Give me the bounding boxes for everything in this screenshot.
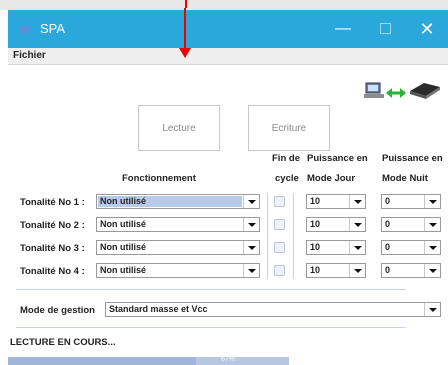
header-puissance-jour: Puissance en xyxy=(307,153,368,164)
divider xyxy=(16,327,406,328)
chevron-down-icon[interactable] xyxy=(349,264,365,277)
row-label-1: Tonalité No 1 : xyxy=(20,197,85,208)
chevron-down-icon[interactable] xyxy=(424,241,440,254)
fin-de-cycle-checkbox-2[interactable] xyxy=(274,219,285,230)
puissance-jour-select-2[interactable]: 10 xyxy=(306,217,366,232)
puissance-jour-select-4[interactable]: 10 xyxy=(306,263,366,278)
maximize-button[interactable] xyxy=(368,16,402,42)
fonctionnement-select-1[interactable]: Non utilisé xyxy=(96,194,260,209)
menu-fichier[interactable]: Fichier xyxy=(13,50,46,61)
maximize-icon xyxy=(379,23,391,35)
jour-value: 10 xyxy=(310,219,321,229)
row-label-2: Tonalité No 2 : xyxy=(20,220,85,231)
row-label-4: Tonalité No 4 : xyxy=(20,266,85,277)
fin-de-cycle-checkbox-4[interactable] xyxy=(274,265,285,276)
chevron-down-icon[interactable] xyxy=(349,218,365,231)
mode-gestion-label: Mode de gestion xyxy=(20,305,95,316)
jour-value: 10 xyxy=(310,265,321,275)
chevron-down-icon[interactable] xyxy=(424,218,440,231)
menu-bar: Fichier xyxy=(8,48,448,65)
puissance-nuit-select-2[interactable]: 0 xyxy=(381,217,441,232)
chevron-down-icon[interactable] xyxy=(424,195,440,208)
mode-gestion-select[interactable]: Standard masse et Vcc xyxy=(105,302,441,317)
nuit-value: 0 xyxy=(385,265,391,275)
annotation-arrow-line xyxy=(184,8,186,52)
fonctionnement-value: Non utilisé xyxy=(100,219,147,229)
close-button[interactable]: ✕ xyxy=(410,16,444,42)
puissance-jour-select-3[interactable]: 10 xyxy=(306,240,366,255)
minimize-button[interactable]: — xyxy=(326,16,360,42)
fonctionnement-value: Non utilisé xyxy=(100,242,147,252)
ecriture-button[interactable]: Ecriture xyxy=(248,105,330,151)
fin-de-cycle-checkbox-1[interactable] xyxy=(274,196,285,207)
chevron-down-icon[interactable] xyxy=(349,195,365,208)
background-strip xyxy=(0,0,448,10)
chevron-down-icon[interactable] xyxy=(349,241,365,254)
puissance-jour-select-1[interactable]: 10 xyxy=(306,194,366,209)
header-mode-nuit: Mode Nuit xyxy=(382,173,428,184)
chevron-down-icon[interactable] xyxy=(243,218,259,231)
chevron-down-icon[interactable] xyxy=(424,264,440,277)
chevron-down-icon[interactable] xyxy=(424,303,440,316)
chevron-down-icon[interactable] xyxy=(243,264,259,277)
puissance-nuit-select-4[interactable]: 0 xyxy=(381,263,441,278)
row-label-3: Tonalité No 3 : xyxy=(20,243,85,254)
main-panel: Lecture Ecriture Fonctionnement Fin de c… xyxy=(8,65,448,365)
fin-de-cycle-checkbox-3[interactable] xyxy=(274,242,285,253)
chevron-down-icon[interactable] xyxy=(243,241,259,254)
jour-value: 10 xyxy=(310,196,321,206)
annotation-arrow-head xyxy=(179,48,191,58)
mode-gestion-value: Standard masse et Vcc xyxy=(109,304,208,314)
lecture-button[interactable]: Lecture xyxy=(138,105,220,151)
fonctionnement-select-3[interactable]: Non utilisé xyxy=(96,240,260,255)
header-mode-jour: Mode Jour xyxy=(307,173,356,184)
status-text: LECTURE EN COURS... xyxy=(10,337,116,348)
header-cycle: cycle xyxy=(275,173,299,184)
progress-bar: 67% xyxy=(8,356,289,365)
fonctionnement-value: Non utilisé xyxy=(98,196,242,207)
nuit-value: 0 xyxy=(385,196,391,206)
progress-fill xyxy=(8,357,197,365)
column-separator xyxy=(267,193,268,279)
header-puissance-nuit: Puissance en xyxy=(382,153,443,164)
puissance-nuit-select-1[interactable]: 0 xyxy=(381,194,441,209)
nuit-value: 0 xyxy=(385,242,391,252)
window-title: SPA xyxy=(40,21,66,36)
red-marker xyxy=(185,0,187,8)
header-fonctionnement: Fonctionnement xyxy=(122,173,196,184)
app-icon xyxy=(20,26,30,33)
header-fin-de: Fin de xyxy=(272,153,300,164)
nuit-value: 0 xyxy=(385,219,391,229)
fonctionnement-select-2[interactable]: Non utilisé xyxy=(96,217,260,232)
fonctionnement-select-4[interactable]: Non utilisé xyxy=(96,263,260,278)
jour-value: 10 xyxy=(310,242,321,252)
column-separator xyxy=(293,193,294,279)
divider xyxy=(16,289,406,290)
chevron-down-icon[interactable] xyxy=(243,195,259,208)
title-bar: SPA — ✕ xyxy=(8,10,448,48)
fonctionnement-value: Non utilisé xyxy=(100,265,147,275)
connection-icon xyxy=(364,82,440,99)
puissance-nuit-select-3[interactable]: 0 xyxy=(381,240,441,255)
progress-text: 67% xyxy=(221,356,236,363)
